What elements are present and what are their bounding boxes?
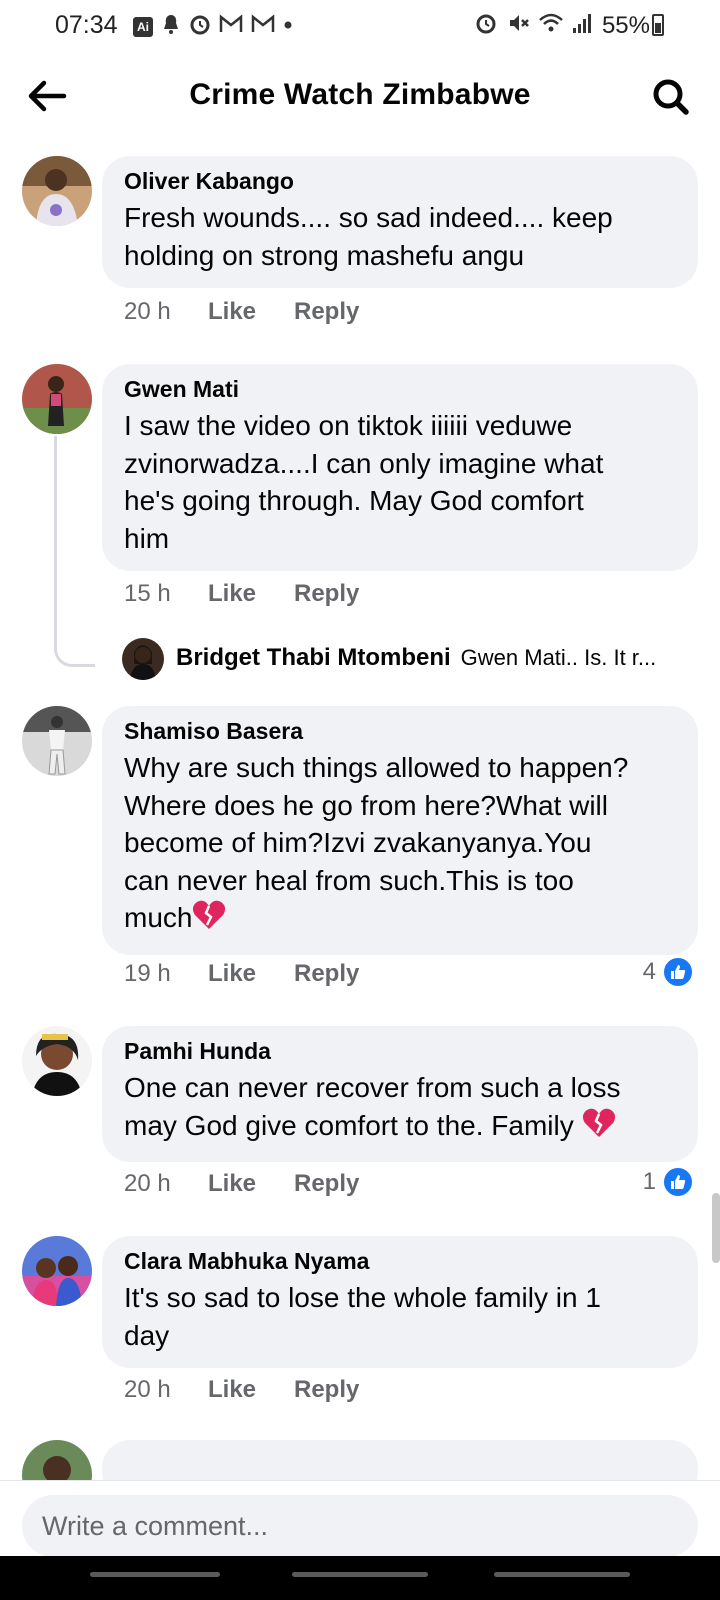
nav-back-button[interactable] [494,1572,630,1577]
nav-home-button[interactable] [292,1572,428,1577]
wifi-icon [538,11,564,40]
comment-bubble[interactable]: Oliver Kabango Fresh wounds.... so sad i… [102,156,698,288]
reaction-summary[interactable]: 4 [643,956,694,988]
avatar[interactable] [22,364,92,434]
broken-heart-icon [192,899,226,941]
dot-icon [283,14,293,39]
reply-button[interactable]: Reply [294,580,359,608]
like-button[interactable]: Like [208,960,294,988]
avatar[interactable] [122,638,164,680]
avatar[interactable] [22,1026,92,1096]
comment-time[interactable]: 20 h [124,1376,208,1404]
mute-vibrate-icon [506,11,530,40]
app-header: Crime Watch Zimbabwe [0,56,720,140]
comment-bubble[interactable] [102,1440,698,1480]
status-right-icons: 55% [474,11,650,40]
reply-snippet: Gwen Mati.. Is. It r... [460,645,657,670]
avatar[interactable] [22,706,92,776]
reply-preview[interactable]: Bridget Thabi Mtombeni Gwen Mati.. Is. I… [176,644,656,672]
search-icon [653,79,689,115]
alarm-icon [474,11,498,40]
comment-bubble[interactable]: Clara Mabhuka Nyama It's so sad to lose … [102,1236,698,1368]
like-button[interactable]: Like [208,1376,294,1404]
comments-feed[interactable]: Oliver Kabango Fresh wounds.... so sad i… [0,140,720,1480]
like-button[interactable]: Like [208,580,294,608]
page-title: Crime Watch Zimbabwe [189,78,531,111]
comment-bubble[interactable]: Pamhi Hunda One can never recover from s… [102,1026,698,1162]
notification-icon [161,13,181,40]
reaction-count: 4 [642,958,656,985]
comment-author[interactable]: Oliver Kabango [124,168,678,195]
status-left-icons: Ai [133,13,293,40]
search-button[interactable] [648,74,696,122]
gmail-icon [219,14,243,39]
status-time: 07:34 [55,11,118,39]
thread-connector [54,436,95,667]
reply-author[interactable]: Bridget Thabi Mtombeni [176,644,451,672]
comment-bubble[interactable]: Shamiso Basera Why are such things allow… [102,706,698,955]
comment-actions: 20 h Like Reply [124,1170,359,1198]
like-button[interactable]: Like [208,298,294,326]
avatar[interactable] [22,1236,92,1306]
comment-text: One can never recover from such a loss m… [124,1069,678,1148]
comment-actions: 20 h Like Reply [124,298,359,326]
comment-time[interactable]: 20 h [124,298,208,326]
gmail-icon [251,14,275,39]
avatar[interactable] [22,1440,92,1480]
broken-heart-icon [582,1107,616,1149]
comment-time[interactable]: 20 h [124,1170,208,1198]
comment-text: Fresh wounds.... so sad indeed.... keep … [124,202,613,271]
comment-actions: 20 h Like Reply [124,1376,359,1404]
comment-time[interactable]: 15 h [124,580,208,608]
comment-author[interactable]: Shamiso Basera [124,718,678,745]
comment-author[interactable]: Clara Mabhuka Nyama [124,1248,678,1275]
reaction-summary[interactable]: 1 [643,1166,694,1198]
battery-icon [652,14,664,36]
comment-author[interactable]: Gwen Mati [124,376,678,403]
ai-icon: Ai [133,16,153,37]
avatar[interactable] [22,156,92,226]
comment-actions: 15 h Like Reply [124,580,359,608]
comment-bubble[interactable]: Gwen Mati I saw the video on tiktok iiii… [102,364,698,571]
signal-icon [572,11,594,40]
thumbs-up-icon [662,956,694,988]
comment-composer [0,1480,720,1557]
reaction-count: 1 [642,1168,656,1195]
comment-input[interactable] [22,1495,698,1557]
reply-button[interactable]: Reply [294,1376,359,1404]
comment-actions: 19 h Like Reply [124,960,359,988]
reply-button[interactable]: Reply [294,298,359,326]
status-bar: 07:34 Ai 55% [0,0,720,56]
reply-button[interactable]: Reply [294,1170,359,1198]
alarm-icon [189,13,211,40]
nav-recents-button[interactable] [90,1572,220,1577]
comment-author[interactable]: Pamhi Hunda [124,1038,678,1065]
comment-time[interactable]: 19 h [124,960,208,988]
comment-text: I saw the video on tiktok iiiiii veduwe … [124,410,604,554]
system-nav-bar [0,1556,720,1600]
reply-button[interactable]: Reply [294,960,359,988]
comment-text: It's so sad to lose the whole family in … [124,1282,601,1351]
battery-percent: 55% [601,11,650,39]
thumbs-up-icon [662,1166,694,1198]
like-button[interactable]: Like [208,1170,294,1198]
scrollbar[interactable] [712,1193,720,1263]
comment-text: Why are such things allowed to happen? W… [124,749,678,941]
